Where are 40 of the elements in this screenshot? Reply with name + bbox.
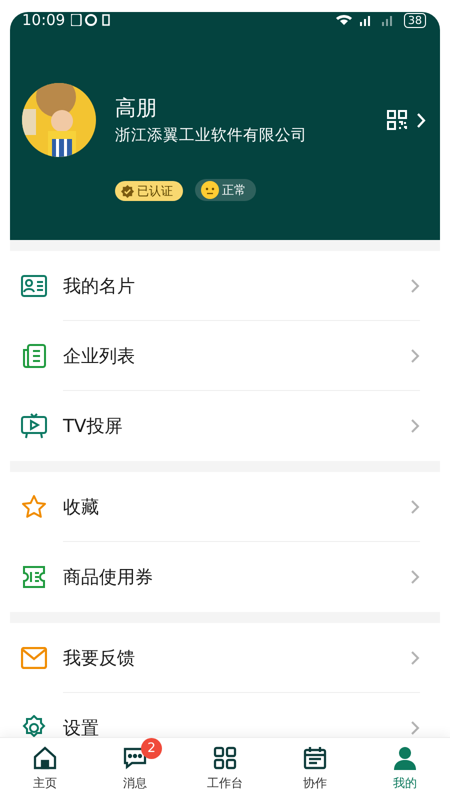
tab[interactable]: 我的 [360, 738, 450, 800]
tab[interactable]: 协作 [270, 738, 360, 800]
tab[interactable]: 2 消息 [90, 738, 180, 800]
chat-icon [123, 746, 147, 770]
settings-icon [21, 715, 47, 737]
ticket-icon [22, 566, 46, 588]
calendar-icon [303, 746, 327, 770]
menu-item[interactable]: 收藏 [10, 472, 440, 542]
verified-badge: 已认证 [115, 181, 183, 201]
home-icon [33, 746, 57, 770]
chevron-right-icon [411, 721, 420, 735]
user-name: 高朋 [115, 94, 158, 120]
menu-item[interactable]: 企业列表 [10, 321, 440, 391]
chevron-right-icon [411, 570, 420, 584]
list-icon [22, 344, 46, 368]
contact-card-icon [21, 275, 47, 297]
company-name: 浙江添翼工业软件有限公司 [115, 124, 308, 146]
mail-icon [21, 647, 47, 669]
chevron-right-icon [411, 651, 420, 665]
star-icon [21, 494, 47, 520]
chevron-right-icon [411, 419, 420, 433]
menu-item[interactable]: 我的名片 [10, 251, 440, 321]
battery-level: 38 [404, 12, 426, 28]
qr-code-button[interactable] [387, 110, 426, 130]
tab[interactable]: 工作台 [180, 738, 270, 800]
person-icon [393, 746, 417, 770]
chevron-right-icon [417, 112, 426, 128]
chevron-right-icon [411, 279, 420, 293]
grid-icon [213, 746, 237, 770]
qr-code-icon [387, 110, 407, 130]
verified-icon [121, 184, 134, 198]
menu-item[interactable]: 我要反馈 [10, 623, 440, 693]
emoji-icon [201, 181, 219, 199]
unread-badge: 2 [141, 738, 162, 759]
chevron-right-icon [411, 500, 420, 514]
tv-icon [21, 413, 47, 439]
status-badge: 正常 [195, 179, 256, 201]
chevron-right-icon [411, 349, 420, 363]
tab[interactable]: 主页 [0, 738, 90, 800]
status-time: 10:09 [22, 11, 66, 29]
